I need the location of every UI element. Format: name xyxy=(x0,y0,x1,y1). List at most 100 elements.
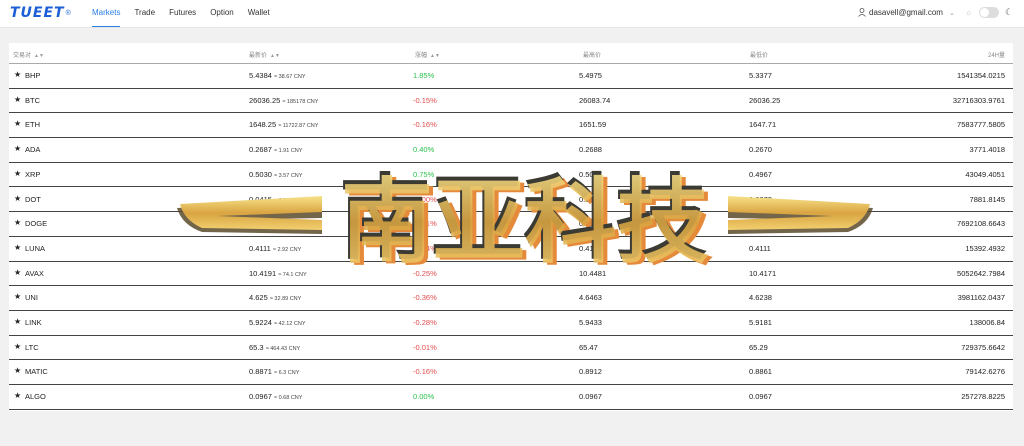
nav-trade[interactable]: Trade xyxy=(134,0,155,27)
star-icon[interactable]: ★ xyxy=(14,70,21,79)
pair-symbol: AVAX xyxy=(25,268,44,278)
table-row[interactable]: ★ BTC 26036.25 ≈ 185178 CNY -0.15% 26083.74 2… xyxy=(9,88,1013,114)
volume-24h: 7692108.6643 xyxy=(957,219,1005,229)
pair-symbol: DOGE xyxy=(25,219,48,229)
pair-symbol: ALGO xyxy=(25,392,46,402)
nav-futures[interactable]: Futures xyxy=(169,0,196,27)
low-price: 10.4171 xyxy=(749,268,777,278)
col-last-price[interactable]: 最新价 ▲▼ xyxy=(249,50,280,59)
price-cny: ≈ 185178 CNY xyxy=(282,98,319,105)
price-value: 5.9224 xyxy=(249,318,272,327)
table-row[interactable]: ★ AVAX 10.4191 ≈ 74.1 CNY -0.25% 10.4481 10.4… xyxy=(9,261,1013,287)
sun-icon[interactable]: ☼ xyxy=(965,8,972,17)
price-cny: ≈ 74.1 CNY xyxy=(278,271,307,278)
table-row[interactable]: ★ XRP 0.5030 ≈ 3.57 CNY 0.75% 0.5037 0.4967 43… xyxy=(9,162,1013,188)
change-percent: -0.01% xyxy=(413,342,437,352)
table-row[interactable]: ★ LUNA 0.4111 ≈ 2.92 CNY -0.24% 0.4123 0.4111… xyxy=(9,236,1013,262)
star-icon[interactable]: ★ xyxy=(14,119,21,128)
high-price: 0.8912 xyxy=(579,367,602,377)
chevron-down-icon: ⌄ xyxy=(948,9,955,17)
sort-icon: ▲▼ xyxy=(34,53,44,59)
price-value: 0.2687 xyxy=(249,145,272,155)
price-value: 4.625 xyxy=(249,293,268,303)
high-price: 0.5037 xyxy=(579,169,602,179)
volume-24h: 257278.8225 xyxy=(961,392,1005,402)
price-cny: ≈ 3.57 CNY xyxy=(274,172,303,179)
pair-symbol: LTC xyxy=(25,342,39,352)
star-icon[interactable]: ★ xyxy=(14,169,21,178)
price-value: 0.4111 xyxy=(249,243,271,253)
star-icon[interactable]: ★ xyxy=(14,218,21,227)
table-row[interactable]: ★ ALGO 0.0967 ≈ 0.68 CNY 0.00% 0.0967 0.0967 2… xyxy=(9,384,1013,410)
nav-option[interactable]: Option xyxy=(210,0,234,27)
low-price: 0.2670 xyxy=(749,145,772,155)
high-price: 0.06114 xyxy=(579,219,606,229)
change-percent: 0.00% xyxy=(413,392,435,402)
top-bar: TUEET ® Markets Trade Futures Option Wal… xyxy=(0,0,1024,28)
logo-text: TUEET xyxy=(10,5,65,21)
volume-24h: 43049.4051 xyxy=(965,169,1005,179)
pair-symbol: ADA xyxy=(25,145,41,155)
change-percent: -0.16% xyxy=(413,367,437,377)
star-icon[interactable]: ★ xyxy=(14,391,21,400)
change-percent: -0.24% xyxy=(413,243,437,253)
main-nav: Markets Trade Futures Option Wallet xyxy=(92,0,284,27)
star-icon[interactable]: ★ xyxy=(14,366,21,375)
price-cny: ≈ 0.68 CNY xyxy=(274,395,303,402)
user-menu[interactable]: dasavell@gmail.com ⌄ xyxy=(858,8,955,17)
high-price: 0.4123 xyxy=(579,243,602,253)
volume-24h: 3981162.0437 xyxy=(957,293,1005,303)
change-percent: -0.00% xyxy=(413,194,437,204)
low-price: 0.0373 xyxy=(749,194,772,204)
price-value: 65.3 xyxy=(249,342,264,352)
volume-24h: 7881.8145 xyxy=(969,194,1005,204)
pair-symbol: BHP xyxy=(25,71,41,80)
star-icon[interactable]: ★ xyxy=(14,144,21,153)
logo[interactable]: TUEET ® xyxy=(10,4,71,22)
pair-symbol: ETH xyxy=(25,120,40,130)
star-icon[interactable]: ★ xyxy=(14,342,21,351)
price-cny: ≈ 464.43 CNY xyxy=(265,345,301,352)
table-row[interactable]: ★ UNI 4.625 ≈ 32.89 CNY -0.36% 4.6463 4.6238 3… xyxy=(9,285,1013,311)
moon-icon[interactable]: ☾ xyxy=(1005,7,1013,18)
table-row[interactable]: ★ BHP 5.4384 ≈ 38.67 CNY 1.85% 5.4975 5.3377 1… xyxy=(9,63,1013,89)
low-price: 5.9181 xyxy=(749,318,772,327)
low-price: 5.3377 xyxy=(749,71,772,80)
star-icon[interactable]: ★ xyxy=(14,292,21,301)
star-icon[interactable]: ★ xyxy=(14,95,21,104)
star-icon[interactable]: ★ xyxy=(14,317,21,326)
price-cny: ≈ 0.44 CNY xyxy=(273,222,302,229)
high-price: 1651.59 xyxy=(579,120,607,130)
user-icon xyxy=(858,8,866,17)
high-price: 0.0967 xyxy=(579,392,602,402)
high-price: 0.0416 xyxy=(579,194,602,204)
table-row[interactable]: ★ DOT 0.0415 ≈ 0.29 CNY -0.00% 0.0416 0.0373 7… xyxy=(9,187,1013,213)
price-cny: ≈ 1.91 CNY xyxy=(274,148,303,155)
col-change[interactable]: 涨幅 ▲▼ xyxy=(415,50,440,59)
table-row[interactable]: ★ MATIC 0.8871 ≈ 6.3 CNY -0.16% 0.8912 0.8861… xyxy=(9,359,1013,386)
table-row[interactable]: ★ LINK 5.9224 ≈ 42.12 CNY -0.28% 5.9433 5.918… xyxy=(9,310,1013,336)
table-row[interactable]: ★ DOGE 0.0611 ≈ 0.44 CNY -0.21% 0.06114 0.061… xyxy=(9,211,1013,237)
table-row[interactable]: ★ ADA 0.2687 ≈ 1.91 CNY 0.40% 0.2688 0.2670 37… xyxy=(9,137,1013,163)
col-pair-label: 交易对 xyxy=(13,53,32,59)
star-icon[interactable]: ★ xyxy=(14,268,21,277)
low-price: 26036.25 xyxy=(749,95,781,105)
change-percent: -0.21% xyxy=(413,219,437,229)
nav-wallet[interactable]: Wallet xyxy=(248,0,270,27)
low-price: 0.4111 xyxy=(749,243,771,253)
theme-toggle[interactable] xyxy=(979,7,999,18)
pair-symbol: DOT xyxy=(25,194,41,204)
pair-symbol: LUNA xyxy=(25,243,46,253)
col-pair[interactable]: 交易对 ▲▼ xyxy=(13,50,44,59)
nav-markets[interactable]: Markets xyxy=(92,0,121,27)
high-price: 5.9433 xyxy=(579,318,602,327)
table-row[interactable]: ★ ETH 1648.25 ≈ 11722.87 CNY -0.16% 1651.59 1… xyxy=(9,112,1013,139)
volume-24h: 729375.6642 xyxy=(961,342,1005,352)
star-icon[interactable]: ★ xyxy=(14,243,21,252)
table-row[interactable]: ★ LTC 65.3 ≈ 464.43 CNY -0.01% 65.47 65.29 729… xyxy=(9,335,1013,361)
volume-24h: 79142.6276 xyxy=(965,367,1005,377)
low-price: 65.29 xyxy=(749,342,768,352)
price-cny: ≈ 6.3 CNY xyxy=(274,370,300,377)
star-icon[interactable]: ★ xyxy=(14,194,21,203)
high-price: 4.6463 xyxy=(579,293,602,303)
